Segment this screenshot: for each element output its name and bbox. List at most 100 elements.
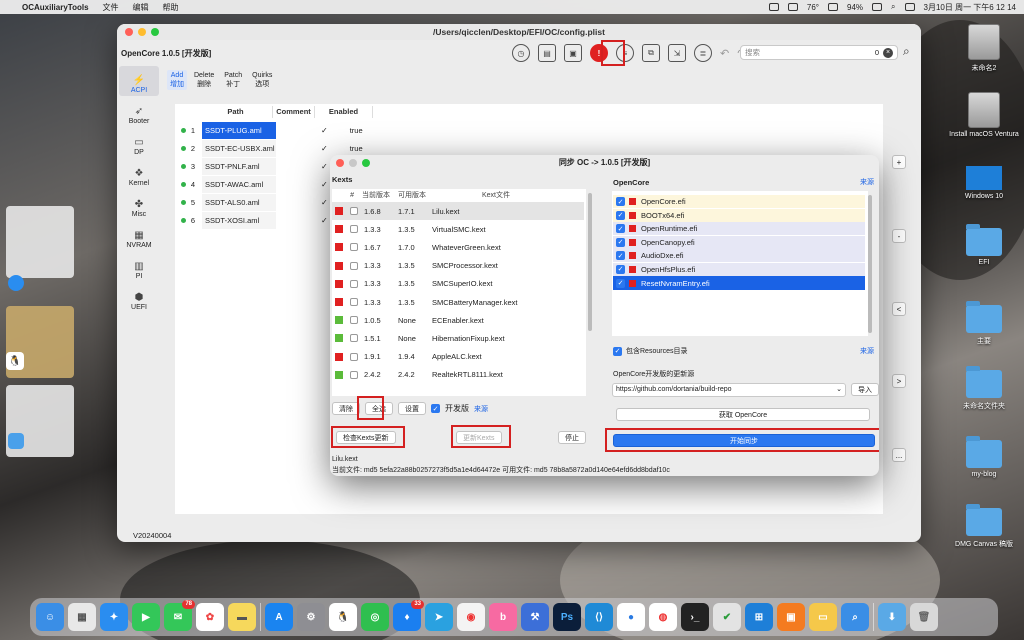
preview-icon[interactable]: ⌕	[841, 603, 869, 631]
search-icon[interactable]: ⌕	[891, 2, 895, 12]
add-row-button[interactable]: +	[892, 155, 906, 169]
kext-checkbox[interactable]	[350, 225, 358, 234]
kext-row[interactable]: 1.5.1 None HibernationFixup.kext	[332, 329, 584, 347]
close-icon[interactable]	[125, 28, 133, 36]
file-checkbox[interactable]: ✓	[616, 278, 625, 288]
status-icon[interactable]	[787, 3, 798, 11]
telegram-icon[interactable]: ➤	[425, 603, 453, 631]
netease-music-icon[interactable]: ◉	[457, 603, 485, 631]
opencore-file-row[interactable]: ✓ AudioDxe.efi	[613, 249, 865, 262]
kext-row[interactable]: 1.3.3 1.3.5 SMCProcessor.kext	[332, 257, 584, 275]
move-left-button[interactable]: <	[892, 302, 906, 316]
config-icon[interactable]: ⧉	[642, 44, 660, 62]
opencore-file-row[interactable]: ✓ BOOTx64.efi	[613, 208, 865, 222]
clock-icon[interactable]: ◷	[512, 44, 530, 62]
include-resources-option[interactable]: ✓ 包含Resources目录	[613, 346, 687, 356]
kext-row[interactable]: 1.0.5 None ECEnabler.kext	[332, 311, 584, 329]
update-url-select[interactable]: https://github.com/dortania/build-repo	[612, 383, 846, 397]
kext-checkbox[interactable]	[350, 298, 358, 306]
menubar-clock[interactable]: 3月10日 周一 下午6 12 14	[924, 2, 1016, 13]
kext-checkbox[interactable]	[350, 261, 358, 270]
qq-icon[interactable]: 🐧	[329, 603, 357, 631]
tab-quirks[interactable]: Quirks 选项	[249, 70, 275, 90]
desktop-folder[interactable]: 主要	[949, 301, 1019, 346]
sidebar-item-dp[interactable]: ▭ DP	[119, 128, 159, 158]
table-row[interactable]: 1 SSDT-PLUG.aml ✓ true	[175, 121, 375, 139]
chrome-icon[interactable]: ◍	[649, 603, 677, 631]
sidebar-item-nvram[interactable]: ▦ NVRAM	[119, 221, 159, 251]
messages-icon[interactable]: ✉ 78	[164, 600, 195, 631]
file-checkbox[interactable]: ✓	[616, 224, 625, 233]
ocat-icon[interactable]: ▣	[777, 603, 805, 631]
menu-help[interactable]: 帮助	[163, 2, 179, 13]
settings-button[interactable]: 设置	[398, 402, 426, 415]
kext-checkbox[interactable]	[350, 334, 358, 343]
export-icon[interactable]: ⇲	[668, 44, 686, 62]
settings-icon[interactable]: ⚙	[297, 603, 325, 631]
sidebar-item-kernel[interactable]: ❖ Kernel	[119, 159, 159, 189]
kext-row[interactable]: 1.3.3 1.3.5 SMCBatteryManager.kext	[332, 293, 584, 311]
stage-window-thumb[interactable]	[6, 206, 74, 278]
checkbox[interactable]: ✓	[321, 126, 328, 135]
opencore-file-row[interactable]: ✓ ResetNvramEntry.efi	[613, 276, 865, 290]
shield-icon[interactable]: ✔	[713, 603, 741, 631]
terminal-icon[interactable]: ›_	[681, 603, 709, 631]
kext-row[interactable]: 2.4.2 2.4.2 RealtekRTL8111.kext	[332, 366, 584, 384]
control-center-icon[interactable]	[904, 3, 915, 11]
menu-file[interactable]: 文件	[103, 2, 119, 13]
photos-icon[interactable]: ✿	[196, 603, 224, 631]
folder-app-icon[interactable]: ▭	[809, 603, 837, 631]
desktop-folder[interactable]: my-blog	[949, 436, 1019, 478]
checkbox[interactable]: ✓	[321, 180, 328, 189]
sidebar-item-pi[interactable]: ▥ PI	[119, 252, 159, 282]
remove-row-button[interactable]: -	[892, 229, 906, 243]
include-resources-checkbox[interactable]: ✓	[613, 346, 622, 356]
database-icon[interactable]: ≣	[694, 44, 712, 62]
xcode-icon[interactable]: ⚒	[521, 603, 549, 631]
sidebar-item-uefi[interactable]: ⬢ UEFI	[119, 283, 159, 313]
status-icon[interactable]	[768, 3, 779, 11]
trash-icon[interactable]: 🗑	[910, 603, 938, 631]
kext-checkbox[interactable]	[350, 279, 358, 288]
opencore-file-row[interactable]: ✓ OpenHfsPlus.efi	[613, 262, 865, 276]
zoom-icon[interactable]	[151, 28, 159, 36]
sidebar-item-booter[interactable]: ➶ Booter	[119, 97, 159, 127]
tab-delete[interactable]: Delete 删除	[191, 70, 217, 90]
column-header[interactable]: Enabled	[315, 106, 373, 118]
search-field[interactable]: 搜索 0 ×	[740, 45, 898, 60]
clear-search-icon[interactable]: ×	[883, 47, 893, 58]
get-opencore-button[interactable]: 获取 OpenCore	[616, 408, 870, 421]
windows-app-icon[interactable]: ⊞	[745, 603, 773, 631]
desktop-folder[interactable]: EFI	[949, 224, 1019, 266]
chat-icon[interactable]: ●	[617, 603, 645, 631]
vscode-icon[interactable]: ⟨⟩	[585, 603, 613, 631]
column-header[interactable]: Path	[199, 106, 273, 118]
zoom-icon[interactable]	[362, 159, 370, 167]
checkbox[interactable]: ✓	[321, 198, 328, 207]
battery-percent[interactable]: 94%	[847, 3, 863, 12]
downloads-icon[interactable]: ⬇	[878, 603, 906, 631]
opencore-source-link[interactable]: 来源	[860, 177, 874, 187]
desktop-disk[interactable]: Install macOS Ventura	[949, 92, 1019, 138]
stop-button[interactable]: 停止	[558, 431, 586, 444]
app-store-icon[interactable]: A	[265, 603, 293, 631]
checkbox[interactable]: ✓	[321, 162, 328, 171]
save-icon[interactable]: ▣	[564, 44, 582, 62]
checkbox[interactable]: ✓	[321, 216, 328, 225]
resources-source-link[interactable]: 来源	[860, 346, 874, 356]
notes-icon[interactable]: ▬	[228, 603, 256, 631]
dev-checkbox[interactable]: ✓	[431, 404, 440, 413]
desktop-file[interactable]: Windows 10	[949, 166, 1019, 200]
kext-row[interactable]: 1.3.3 1.3.5 SMCSuperIO.kext	[332, 275, 584, 293]
kexts-source-link[interactable]: 来源	[474, 404, 488, 414]
search-icon[interactable]: ⌕	[903, 44, 910, 59]
move-right-button[interactable]: >	[892, 374, 906, 388]
clear-button[interactable]: 清除	[332, 402, 360, 415]
file-checkbox[interactable]: ✓	[616, 210, 625, 220]
menu-edit[interactable]: 编辑	[133, 2, 149, 13]
file-checkbox[interactable]: ✓	[616, 251, 625, 260]
kext-row[interactable]: 1.6.7 1.7.0 WhateverGreen.kext	[332, 238, 584, 256]
kexts-scrollbar[interactable]	[586, 189, 594, 331]
column-header[interactable]: Comment	[273, 106, 315, 118]
finder-icon[interactable]	[8, 433, 24, 449]
